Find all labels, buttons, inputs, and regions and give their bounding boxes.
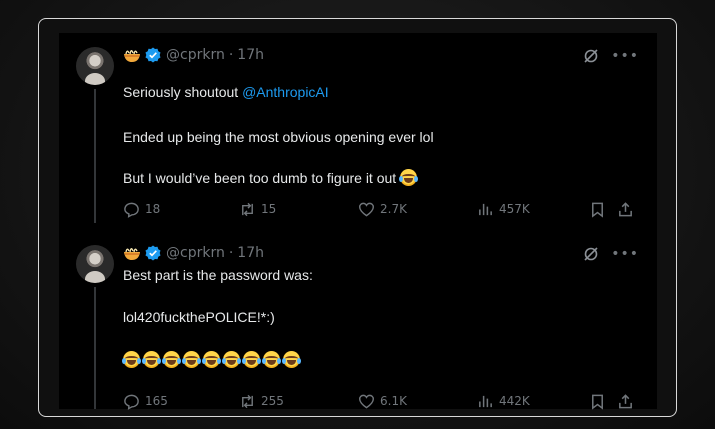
separator: · xyxy=(228,47,234,63)
avatar[interactable] xyxy=(76,47,114,85)
tears-of-joy-emoji-icon xyxy=(182,351,201,368)
more-options-icon[interactable]: ••• xyxy=(611,49,639,63)
tears-of-joy-emoji-icon xyxy=(222,351,241,368)
bookmark-button[interactable] xyxy=(589,200,606,218)
noodle-bowl-emoji-icon xyxy=(124,50,140,62)
tweet-1[interactable]: @cprkrn · 17h ••• Seriously shoutout @An… xyxy=(59,33,657,223)
grok-icon[interactable] xyxy=(583,48,599,64)
reply-icon xyxy=(124,394,139,410)
heart-icon xyxy=(358,202,375,217)
thread-panel: @cprkrn · 17h ••• Seriously shoutout @An… xyxy=(59,33,657,410)
views-button[interactable]: 442K xyxy=(477,392,530,410)
share-button[interactable] xyxy=(617,200,634,218)
share-icon xyxy=(619,393,632,408)
verified-badge-icon xyxy=(145,245,161,261)
grok-icon[interactable] xyxy=(583,246,599,262)
repost-count: 15 xyxy=(261,202,277,216)
action-bar: 18 15 2.7K 457K xyxy=(123,200,643,218)
text-segment: lol420fuckthePOLICE!*:) xyxy=(123,309,275,325)
separator: · xyxy=(228,245,234,261)
like-count: 2.7K xyxy=(380,202,407,216)
tweet-header: @cprkrn · 17h xyxy=(123,46,264,64)
tweet-top-actions: ••• xyxy=(583,47,639,65)
timestamp[interactable]: 17h xyxy=(237,47,264,63)
like-button[interactable]: 2.7K xyxy=(358,200,407,218)
view-count: 442K xyxy=(499,394,530,408)
tweet-top-actions: ••• xyxy=(583,245,639,263)
thread-connector xyxy=(94,287,96,409)
tears-of-joy-emoji-icon xyxy=(262,351,281,368)
tears-of-joy-emoji-icon xyxy=(122,351,141,368)
reply-button[interactable]: 165 xyxy=(123,392,168,410)
tears-of-joy-emoji-icon xyxy=(142,351,161,368)
tears-of-joy-emoji-icon xyxy=(399,169,419,186)
reply-icon xyxy=(124,202,139,218)
view-count: 457K xyxy=(499,202,530,216)
noodle-bowl-emoji-icon xyxy=(124,248,140,260)
share-icon xyxy=(619,201,632,216)
timestamp[interactable]: 17h xyxy=(237,245,264,261)
screenshot-frame: @cprkrn · 17h ••• Seriously shoutout @An… xyxy=(38,18,677,417)
repost-button[interactable]: 15 xyxy=(239,200,276,218)
text-segment: Best part is the password was: xyxy=(123,267,313,283)
text-segment: Seriously shoutout xyxy=(123,84,243,100)
repost-button[interactable]: 255 xyxy=(239,392,284,410)
verified-badge-icon xyxy=(145,47,161,63)
avatar[interactable] xyxy=(76,245,114,283)
user-handle[interactable]: @cprkrn xyxy=(166,47,225,63)
tears-of-joy-emoji-icon xyxy=(162,351,181,368)
tweet-text-line: lol420fuckthePOLICE!*:) xyxy=(123,309,275,325)
more-options-icon[interactable]: ••• xyxy=(611,247,639,261)
tweet-text-line: Ended up being the most obvious opening … xyxy=(123,129,434,145)
tears-of-joy-emoji-icon xyxy=(282,351,301,368)
text-segment: But I would’ve been too dumb to figure i… xyxy=(123,170,401,186)
bookmark-icon xyxy=(592,202,603,218)
text-segment: Ended up being the most obvious opening … xyxy=(123,129,434,145)
tweet-text-line: Best part is the password was: xyxy=(123,267,313,283)
repost-count: 255 xyxy=(261,394,284,408)
action-bar: 165 255 6.1K 442K xyxy=(123,392,643,410)
heart-icon xyxy=(358,394,375,409)
reply-button[interactable]: 18 xyxy=(123,200,160,218)
emoji-row xyxy=(122,351,303,368)
bookmark-button[interactable] xyxy=(589,392,606,410)
reply-count: 165 xyxy=(145,394,168,408)
tweet-text-line: But I would’ve been too dumb to figure i… xyxy=(123,169,420,186)
tears-of-joy-emoji-icon xyxy=(242,351,261,368)
views-chart-icon xyxy=(479,395,492,407)
repost-icon xyxy=(242,394,253,408)
bookmark-icon xyxy=(592,394,603,410)
tweet-text-line: Seriously shoutout @AnthropicAI xyxy=(123,84,329,100)
tweet-2[interactable]: @cprkrn · 17h ••• Best part is the passw… xyxy=(59,223,657,410)
thread-connector xyxy=(94,89,96,223)
reply-count: 18 xyxy=(145,202,161,216)
share-button[interactable] xyxy=(617,392,634,410)
tweet-header: @cprkrn · 17h xyxy=(123,244,264,262)
tears-of-joy-emoji-icon xyxy=(202,351,221,368)
views-chart-icon xyxy=(479,203,492,215)
mention-link[interactable]: @AnthropicAI xyxy=(242,84,329,100)
like-button[interactable]: 6.1K xyxy=(358,392,407,410)
user-handle[interactable]: @cprkrn xyxy=(166,245,225,261)
views-button[interactable]: 457K xyxy=(477,200,530,218)
repost-icon xyxy=(242,202,253,216)
like-count: 6.1K xyxy=(380,394,407,408)
